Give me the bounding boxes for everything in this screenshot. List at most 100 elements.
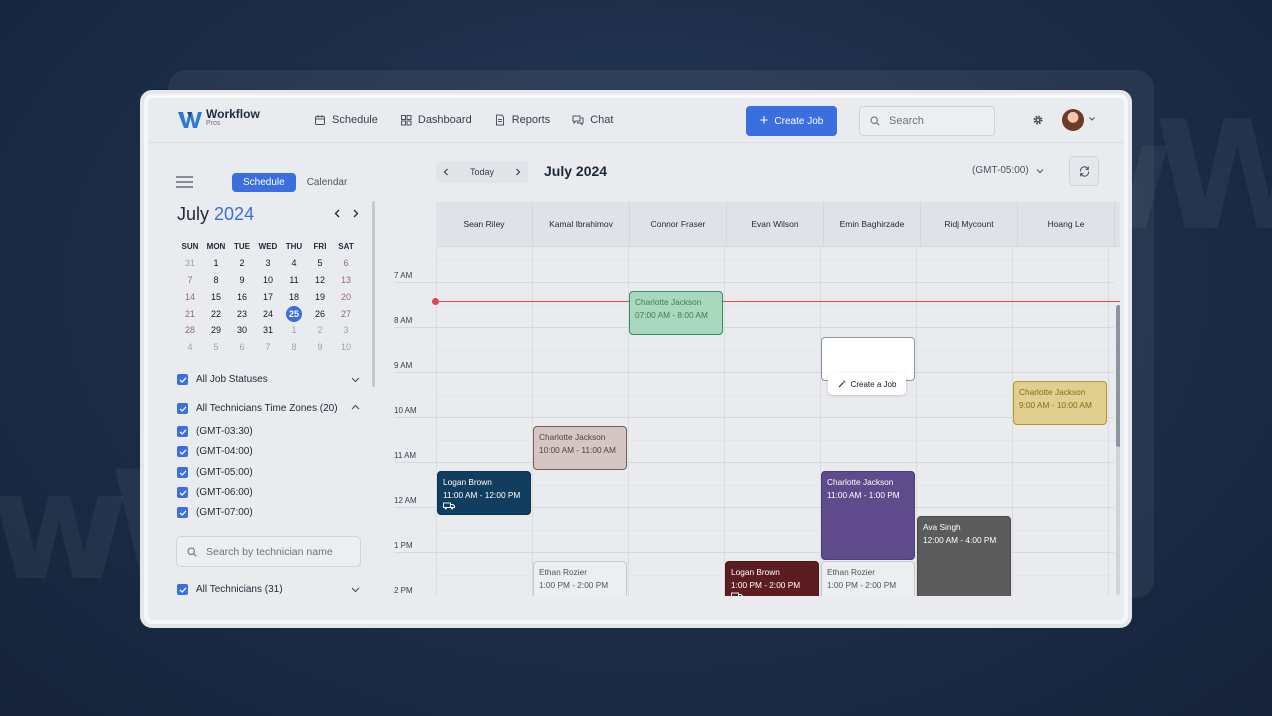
job-event[interactable]: Charlotte Jackson 11:00 AM - 1:00 PM [821,471,915,560]
calendar-day[interactable]: 14 [177,292,203,302]
job-event[interactable]: Charlotte Jackson 07:00 AM - 8:00 AM [629,291,723,335]
calendar-day[interactable]: 9 [229,275,255,285]
job-event[interactable]: Logan Brown 1:00 PM - 2:00 PM [725,561,819,596]
calendar-day[interactable]: 1 [203,258,229,268]
calendar-day[interactable]: 26 [307,309,333,319]
calendar-day[interactable]: 11 [281,275,307,285]
calendar-day[interactable]: 24 [255,309,281,319]
checkbox-checked[interactable] [177,426,188,437]
calendar-day[interactable]: 21 [177,309,203,319]
refresh-button[interactable] [1069,156,1099,186]
nav-chat[interactable]: Chat [572,114,613,126]
calendar-day[interactable]: 15 [203,292,229,302]
filter-time-zones[interactable]: All Technicians Time Zones (20) [177,403,338,414]
chevron-down-icon[interactable] [351,585,360,594]
avatar[interactable] [1062,109,1084,131]
timezone-select[interactable]: (GMT-05:00) [972,165,1044,176]
checkbox-checked[interactable] [177,374,188,385]
chevron-left-icon[interactable] [333,209,342,218]
calendar-day[interactable]: 18 [281,292,307,302]
checkbox-checked[interactable] [177,467,188,478]
calendar-day[interactable]: 29 [203,325,229,335]
technician-column-header[interactable]: Sean Riley [436,202,533,246]
calendar-day[interactable]: 30 [229,325,255,335]
toggle-calendar[interactable]: Calendar [296,173,359,192]
toggle-schedule[interactable]: Schedule [232,173,296,192]
calendar-day-selected[interactable]: 25 [281,305,307,322]
calendar-day[interactable]: 3 [333,325,359,335]
technician-column-header[interactable]: Emin Baghirzade [824,202,921,246]
today-button[interactable]: Today [470,167,494,177]
technician-column-header[interactable]: Connor Fraser [630,202,727,246]
chevron-down-icon[interactable] [351,375,360,384]
calendar-day[interactable]: 4 [281,258,307,268]
calendar-day[interactable]: 23 [229,309,255,319]
calendar-day[interactable]: 13 [333,275,359,285]
chevron-right-icon[interactable] [514,168,522,176]
calendar-day[interactable]: 12 [307,275,333,285]
filter-zone[interactable]: (GMT-05:00) [177,467,253,478]
chevron-left-icon[interactable] [442,168,450,176]
calendar-day[interactable]: 5 [203,342,229,352]
chevron-right-icon[interactable] [351,209,360,218]
nav-reports[interactable]: Reports [494,114,550,126]
calendar-day[interactable]: 1 [281,325,307,335]
gear-icon[interactable] [1032,114,1044,126]
brand-logo[interactable]: Workflow Pros [178,108,260,129]
nav-dashboard[interactable]: Dashboard [400,114,472,126]
calendar-day[interactable]: 9 [307,342,333,352]
filter-all-technicians[interactable]: All Technicians (31) [177,584,283,595]
filter-zone[interactable]: (GMT-04:00) [177,446,253,457]
calendar-day[interactable]: 6 [333,258,359,268]
filter-zone[interactable]: (GMT-06:00) [177,487,253,498]
sidebar-scrollbar[interactable] [372,201,375,387]
nav-schedule[interactable]: Schedule [314,114,378,126]
checkbox-checked[interactable] [177,584,188,595]
job-event[interactable]: Ethan Rozier 1:00 PM - 2:00 PM [533,561,627,596]
calendar-day[interactable]: 31 [177,258,203,268]
calendar-day[interactable]: 3 [255,258,281,268]
calendar-day[interactable]: 10 [255,275,281,285]
checkbox-checked[interactable] [177,507,188,518]
search-box[interactable] [859,106,995,136]
job-event[interactable]: Logan Brown 11:00 AM - 12:00 PM [437,471,531,515]
calendar-day[interactable]: 28 [177,325,203,335]
create-job-button[interactable]: + Create Job [746,106,837,136]
calendar-day[interactable]: 8 [281,342,307,352]
checkbox-checked[interactable] [177,403,188,414]
technician-search-box[interactable] [176,536,361,567]
calendar-day[interactable]: 8 [203,275,229,285]
vertical-scroll-thumb[interactable] [1116,305,1120,447]
calendar-day[interactable]: 2 [229,258,255,268]
technician-column-header[interactable]: Ridj Mycount [921,202,1018,246]
calendar-day[interactable]: 16 [229,292,255,302]
job-event[interactable]: Ethan Rozier 1:00 PM - 2:00 PM [821,561,915,596]
filter-zone[interactable]: (GMT-03:30) [177,426,253,437]
calendar-day[interactable]: 17 [255,292,281,302]
job-event[interactable]: Ava Singh 12:00 AM - 4:00 PM [917,516,1011,596]
technician-column-header[interactable]: Kamal Ibrahimov [533,202,630,246]
checkbox-checked[interactable] [177,487,188,498]
calendar-day[interactable]: 4 [177,342,203,352]
chevron-down-icon[interactable] [1088,115,1096,123]
chevron-up-icon[interactable] [351,403,360,412]
calendar-day[interactable]: 20 [333,292,359,302]
calendar-day[interactable]: 22 [203,309,229,319]
calendar-day[interactable]: 27 [333,309,359,319]
technician-column-header[interactable]: Hoang Le [1018,202,1115,246]
technician-column-header[interactable]: Evan Wilson [727,202,824,246]
calendar-day[interactable]: 31 [255,325,281,335]
calendar-day[interactable]: 5 [307,258,333,268]
calendar-day[interactable]: 19 [307,292,333,302]
checkbox-checked[interactable] [177,446,188,457]
calendar-day[interactable]: 7 [177,275,203,285]
calendar-day[interactable]: 7 [255,342,281,352]
calendar-day[interactable]: 10 [333,342,359,352]
job-event[interactable]: Charlotte Jackson 9:00 AM - 10:00 AM [1013,381,1107,425]
calendar-day[interactable]: 6 [229,342,255,352]
job-event[interactable]: Charlotte Jackson 10:00 AM - 11:00 AM [533,426,627,470]
filter-zone[interactable]: (GMT-07:00) [177,507,253,518]
calendar-day[interactable]: 2 [307,325,333,335]
technician-search-input[interactable] [204,544,358,559]
menu-icon[interactable] [176,176,193,188]
